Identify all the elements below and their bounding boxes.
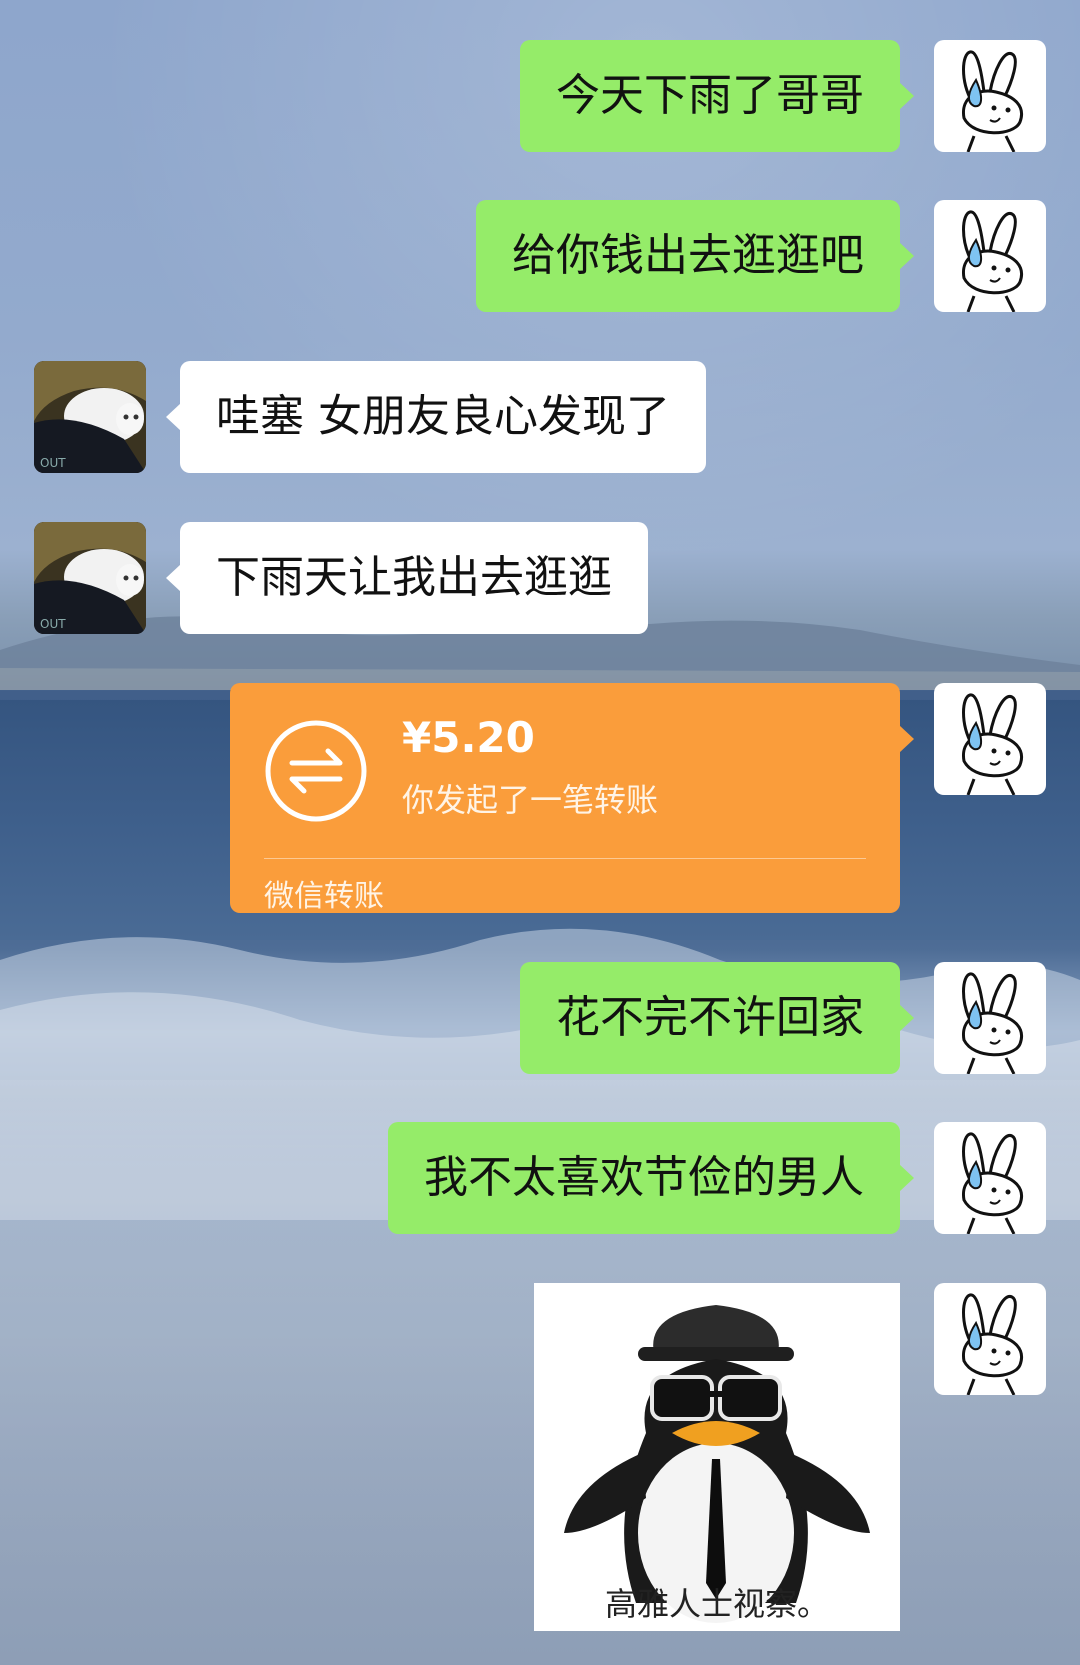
crying-bunny-icon bbox=[962, 1132, 1023, 1234]
self-avatar[interactable] bbox=[934, 1122, 1046, 1234]
sticker-image[interactable]: 高雅人士视察。 bbox=[534, 1283, 900, 1631]
self-avatar[interactable] bbox=[934, 40, 1046, 152]
message-bubble[interactable]: 今天下雨了哥哥 bbox=[520, 40, 914, 152]
divider bbox=[264, 858, 866, 859]
transfer-description: 你发起了一笔转账 bbox=[402, 781, 659, 819]
crying-bunny-icon bbox=[962, 972, 1023, 1074]
other-avatar[interactable]: OUT bbox=[34, 522, 146, 634]
white-cat-icon: OUT bbox=[34, 522, 146, 634]
message-bubble[interactable]: 给你钱出去逛逛吧 bbox=[476, 200, 914, 312]
message-bubble[interactable]: 花不完不许回家 bbox=[520, 962, 914, 1074]
self-avatar[interactable] bbox=[934, 962, 1046, 1074]
crying-bunny-icon bbox=[962, 210, 1023, 312]
self-avatar[interactable] bbox=[934, 683, 1046, 795]
svg-text:OUT: OUT bbox=[40, 617, 66, 631]
svg-text:OUT: OUT bbox=[40, 456, 66, 470]
self-avatar[interactable] bbox=[934, 1283, 1046, 1395]
transfer-label: 微信转账 bbox=[264, 879, 384, 914]
white-cat-icon: OUT bbox=[34, 361, 146, 473]
message-bubble[interactable]: 哇塞 女朋友良心发现了 bbox=[166, 361, 706, 473]
transfer-card[interactable]: ¥5.20 你发起了一笔转账 微信转账 bbox=[230, 683, 914, 914]
crying-bunny-icon bbox=[962, 693, 1023, 795]
transfer-icon bbox=[265, 720, 367, 822]
crying-bunny-icon bbox=[962, 50, 1023, 152]
self-avatar[interactable] bbox=[934, 200, 1046, 312]
crying-bunny-icon bbox=[962, 1293, 1023, 1395]
message-bubble[interactable]: 下雨天让我出去逛逛 bbox=[166, 522, 648, 634]
sticker-caption: 高雅人士视察。 bbox=[604, 1585, 829, 1623]
message-bubble[interactable]: 我不太喜欢节俭的男人 bbox=[388, 1122, 914, 1234]
transfer-amount: ¥5.20 bbox=[402, 713, 535, 762]
other-avatar[interactable]: OUT bbox=[34, 361, 146, 473]
